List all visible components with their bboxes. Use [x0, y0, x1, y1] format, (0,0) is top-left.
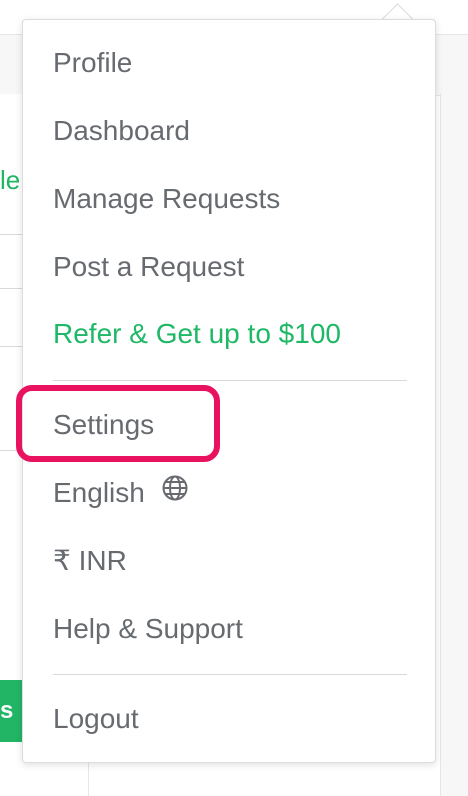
menu-item-currency[interactable]: ₹ INR: [53, 543, 127, 579]
page: le s Profile Dashboard Manage Requests P…: [0, 0, 468, 796]
menu-item-logout[interactable]: Logout: [53, 701, 139, 737]
menu-item-post-request[interactable]: Post a Request: [53, 249, 244, 285]
menu-item-settings[interactable]: Settings: [53, 407, 154, 443]
background-right-panel: [440, 94, 468, 796]
menu-item-help-support[interactable]: Help & Support: [53, 611, 243, 647]
caret-mask: [380, 20, 420, 34]
language-label: English: [53, 477, 145, 508]
menu-item-profile[interactable]: Profile: [53, 45, 132, 81]
menu-item-refer[interactable]: Refer & Get up to $100: [53, 316, 341, 352]
menu-divider: [53, 674, 407, 675]
menu-divider: [53, 380, 407, 381]
background-partial-link[interactable]: le: [0, 164, 22, 196]
menu-item-language[interactable]: English: [53, 475, 189, 513]
globe-icon: [161, 474, 189, 511]
menu-item-dashboard[interactable]: Dashboard: [53, 113, 190, 149]
menu-item-manage-requests[interactable]: Manage Requests: [53, 181, 280, 217]
